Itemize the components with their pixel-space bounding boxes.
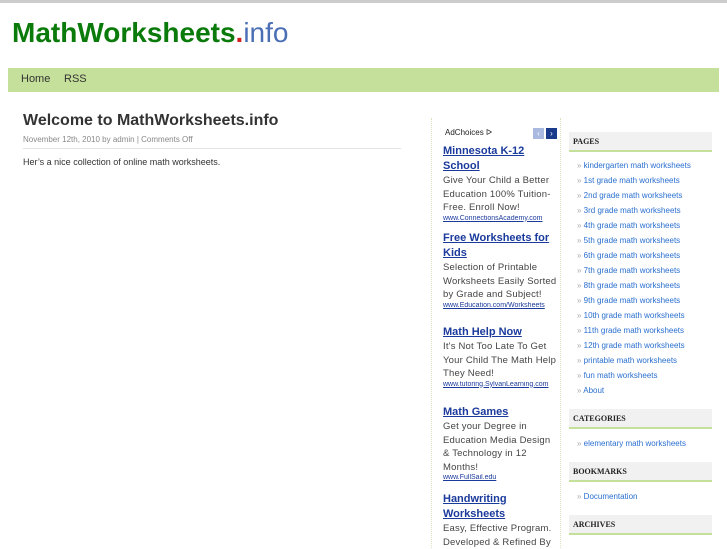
page-link[interactable]: 8th grade math worksheets <box>577 281 681 290</box>
bookmarks-heading: BOOKMARKS <box>569 462 712 482</box>
page-link[interactable]: About <box>577 386 604 395</box>
page-link[interactable]: printable math worksheets <box>577 356 677 365</box>
ad-url[interactable]: www.ConnectionsAcademy.com <box>443 215 559 222</box>
ad-desc: It's Not Too Late To Get Your Child The … <box>443 341 557 379</box>
ad-desc: Get your Degree in Education Media Desig… <box>443 421 551 473</box>
page-link[interactable]: 12th grade math worksheets <box>577 341 685 350</box>
ad-url[interactable]: www.tutoring.SylvanLearning.com <box>443 381 559 388</box>
nav-home[interactable]: Home <box>21 73 50 85</box>
archives-heading: ARCHIVES <box>569 515 712 535</box>
adchoices-label[interactable]: AdChoices ᐅ <box>445 128 492 137</box>
page-link[interactable]: fun math worksheets <box>577 371 658 380</box>
logo-name: MathWorksheets <box>12 17 236 48</box>
ad-url[interactable]: www.Education.com/Worksheets <box>443 302 559 309</box>
page-link[interactable]: 4th grade math worksheets <box>577 221 681 230</box>
page-link[interactable]: 1st grade math worksheets <box>577 176 680 185</box>
post-meta: November 12th, 2010 by admin | Comments … <box>23 135 193 144</box>
pages-heading: PAGES <box>569 132 712 152</box>
ad-item: Math Help Now It's Not Too Late To Get Yo… <box>443 325 559 388</box>
ad-column: AdChoices ᐅ ‹ › Minnesota K-12 School Giv… <box>431 118 561 548</box>
divider <box>23 148 401 149</box>
ad-item: Minnesota K-12 School Give Your Child a B… <box>443 144 559 222</box>
categories-heading: CATEGORIES <box>569 409 712 429</box>
ad-item: Math Games Get your Degree in Education M… <box>443 405 559 481</box>
ad-desc: Selection of Printable Worksheets Easily… <box>443 262 557 300</box>
page-link[interactable]: 10th grade math worksheets <box>577 311 685 320</box>
top-bar <box>0 0 727 3</box>
ad-next-button[interactable]: › <box>546 128 557 139</box>
ad-title[interactable]: Math Games <box>443 405 559 420</box>
page-link[interactable]: 7th grade math worksheets <box>577 266 681 275</box>
bookmark-link[interactable]: Documentation <box>577 492 638 501</box>
logo-tld: info <box>243 17 289 48</box>
post-title[interactable]: Welcome to MathWorksheets.info <box>23 112 278 130</box>
main-nav: Home RSS <box>8 68 719 92</box>
post-body: Her’s a nice collection of online math w… <box>23 157 221 167</box>
site-logo[interactable]: MathWorksheets.info <box>12 17 288 49</box>
ad-title[interactable]: Math Help Now <box>443 325 559 340</box>
page-link[interactable]: 2nd grade math worksheets <box>577 191 683 200</box>
ad-title[interactable]: Free Worksheets for Kids <box>443 231 559 261</box>
page-link[interactable]: 6th grade math worksheets <box>577 251 681 260</box>
page-link[interactable]: 9th grade math worksheets <box>577 296 681 305</box>
ad-url[interactable]: www.FullSail.edu <box>443 474 559 481</box>
page-link[interactable]: kindergarten math worksheets <box>577 161 691 170</box>
nav-rss[interactable]: RSS <box>64 73 87 85</box>
ad-title[interactable]: Handwriting Worksheets <box>443 492 559 522</box>
ad-item: Free Worksheets for Kids Selection of Pri… <box>443 231 559 309</box>
ad-item: Handwriting Worksheets Easy, Effective Pr… <box>443 492 559 549</box>
page-link[interactable]: 3rd grade math worksheets <box>577 206 681 215</box>
page-link[interactable]: 11th grade math worksheets <box>577 326 684 335</box>
ad-desc: Give Your Child a Better Education 100% … <box>443 175 551 213</box>
ad-prev-button[interactable]: ‹ <box>533 128 544 139</box>
ad-title[interactable]: Minnesota K-12 School <box>443 144 559 174</box>
category-link[interactable]: elementary math worksheets <box>577 439 686 448</box>
page-link[interactable]: 5th grade math worksheets <box>577 236 681 245</box>
